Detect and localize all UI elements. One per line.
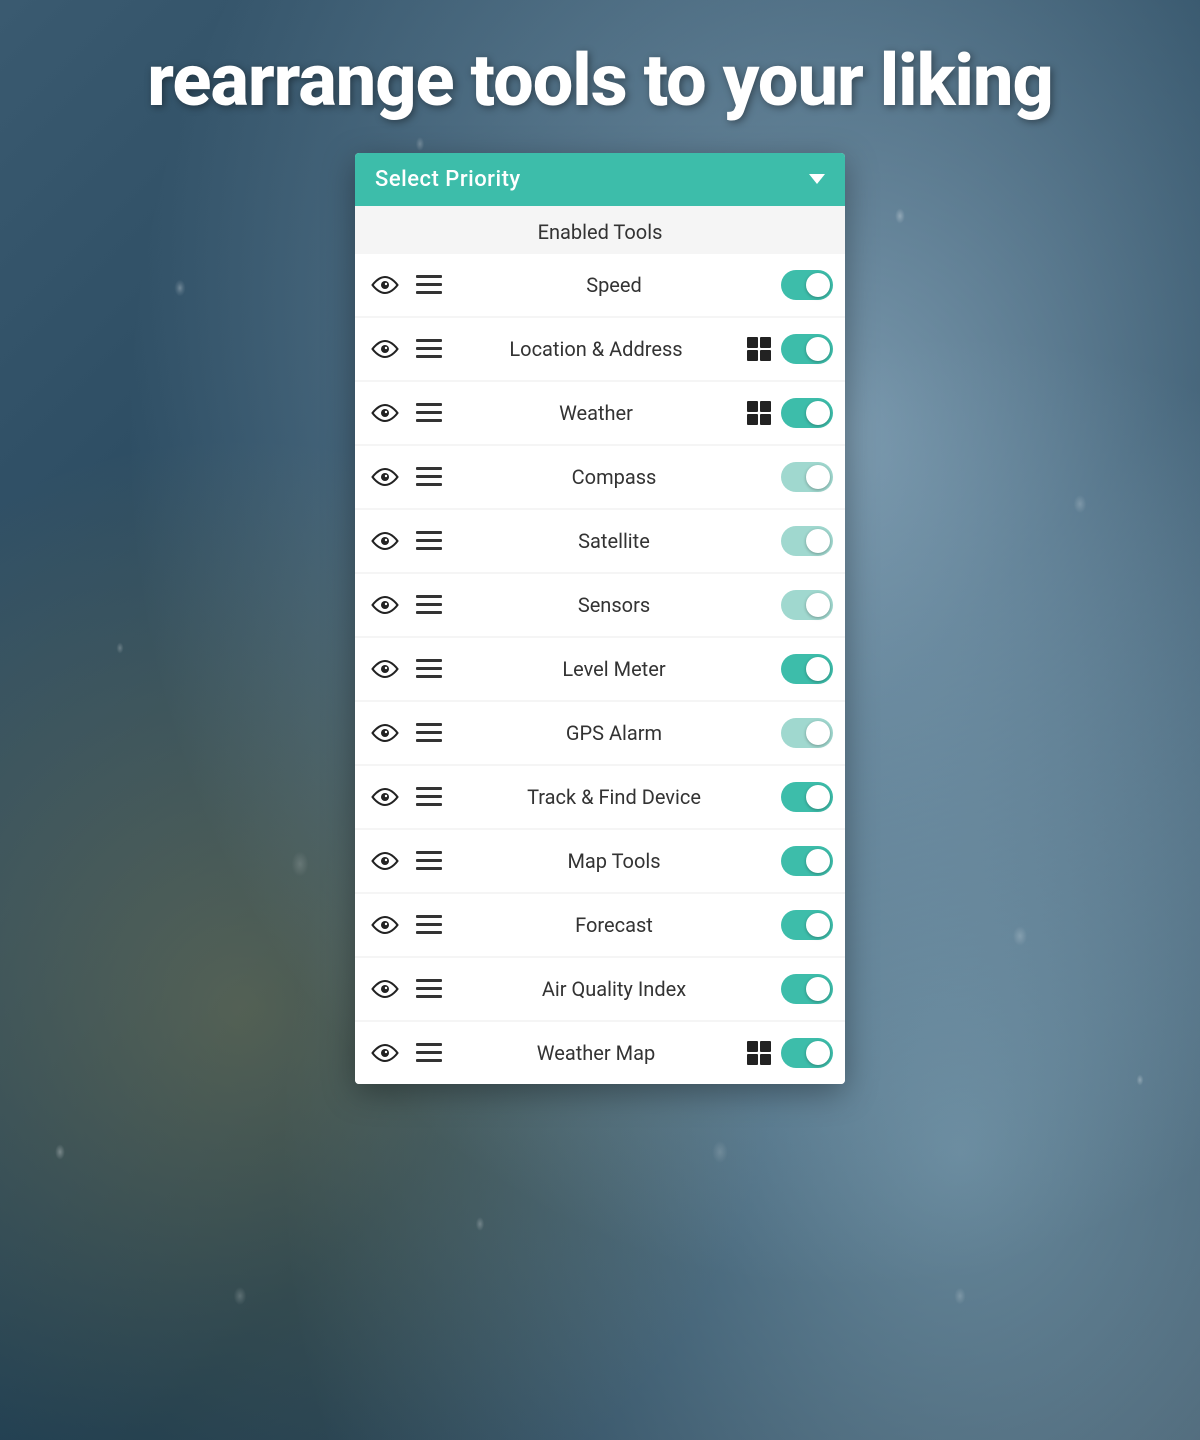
tool-row-compass: Compass (355, 446, 845, 508)
tool-name-compass: Compass (447, 465, 781, 489)
eye-icon-weather[interactable] (367, 395, 403, 431)
toggle-satellite[interactable] (781, 526, 833, 556)
page-headline: rearrange tools to your liking (107, 40, 1093, 123)
eye-icon-track-find-device[interactable] (367, 779, 403, 815)
tool-name-satellite: Satellite (447, 529, 781, 553)
eye-icon-gps-alarm[interactable] (367, 715, 403, 751)
toggle-gps-alarm[interactable] (781, 718, 833, 748)
tool-name-weather-map: Weather Map (447, 1041, 745, 1065)
toggle-knob-map-tools (806, 849, 830, 873)
drag-handle-location-address[interactable] (411, 331, 447, 367)
tool-name-gps-alarm: GPS Alarm (447, 721, 781, 745)
widget-icon-weather-map (745, 1039, 773, 1067)
card-header[interactable]: Select Priority (355, 153, 845, 206)
tool-row-track-find-device: Track & Find Device (355, 766, 845, 828)
eye-icon-weather-map[interactable] (367, 1035, 403, 1071)
drag-handle-gps-alarm[interactable] (411, 715, 447, 751)
toggle-knob-satellite (806, 529, 830, 553)
toggle-compass[interactable] (781, 462, 833, 492)
toggle-weather[interactable] (781, 398, 833, 428)
eye-icon-compass[interactable] (367, 459, 403, 495)
eye-icon-sensors[interactable] (367, 587, 403, 623)
tool-row-location-address: Location & Address (355, 318, 845, 380)
toggle-knob-gps-alarm (806, 721, 830, 745)
widget-icon-location-address (745, 335, 773, 363)
widget-icon-weather (745, 399, 773, 427)
drag-handle-compass[interactable] (411, 459, 447, 495)
tool-row-weather-map: Weather Map (355, 1022, 845, 1084)
tool-name-speed: Speed (447, 273, 781, 297)
toggle-knob-air-quality-index (806, 977, 830, 1001)
section-label: Enabled Tools (355, 206, 845, 254)
tool-row-sensors: Sensors (355, 574, 845, 636)
toggle-knob-weather-map (806, 1041, 830, 1065)
tool-name-forecast: Forecast (447, 913, 781, 937)
drag-handle-weather-map[interactable] (411, 1035, 447, 1071)
toggle-knob-sensors (806, 593, 830, 617)
tool-name-sensors: Sensors (447, 593, 781, 617)
toggle-knob-track-find-device (806, 785, 830, 809)
drag-handle-sensors[interactable] (411, 587, 447, 623)
drag-handle-satellite[interactable] (411, 523, 447, 559)
drag-handle-level-meter[interactable] (411, 651, 447, 687)
tool-name-weather: Weather (447, 401, 745, 425)
drag-handle-track-find-device[interactable] (411, 779, 447, 815)
drag-handle-weather[interactable] (411, 395, 447, 431)
tool-row-map-tools: Map Tools (355, 830, 845, 892)
eye-icon-map-tools[interactable] (367, 843, 403, 879)
eye-icon-air-quality-index[interactable] (367, 971, 403, 1007)
tool-row-level-meter: Level Meter (355, 638, 845, 700)
toggle-track-find-device[interactable] (781, 782, 833, 812)
eye-icon-level-meter[interactable] (367, 651, 403, 687)
toggle-knob-location-address (806, 337, 830, 361)
header-title: Select Priority (375, 167, 521, 192)
toggle-speed[interactable] (781, 270, 833, 300)
tool-row-air-quality-index: Air Quality Index (355, 958, 845, 1020)
toggle-level-meter[interactable] (781, 654, 833, 684)
tool-row-speed: Speed (355, 254, 845, 316)
toggle-knob-compass (806, 465, 830, 489)
main-content: rearrange tools to your liking Select Pr… (0, 0, 1200, 1440)
eye-icon-location-address[interactable] (367, 331, 403, 367)
toggle-forecast[interactable] (781, 910, 833, 940)
eye-icon-satellite[interactable] (367, 523, 403, 559)
tool-name-location-address: Location & Address (447, 337, 745, 361)
chevron-down-icon[interactable] (809, 174, 825, 184)
toggle-knob-weather (806, 401, 830, 425)
tool-row-weather: Weather (355, 382, 845, 444)
toggle-location-address[interactable] (781, 334, 833, 364)
tool-name-level-meter: Level Meter (447, 657, 781, 681)
tool-row-satellite: Satellite (355, 510, 845, 572)
tool-row-forecast: Forecast (355, 894, 845, 956)
tool-name-track-find-device: Track & Find Device (447, 785, 781, 809)
tool-row-gps-alarm: GPS Alarm (355, 702, 845, 764)
tools-card: Select Priority Enabled Tools Speed Loca… (355, 153, 845, 1084)
tools-list: Speed Location & Address Weather Compass… (355, 254, 845, 1084)
toggle-weather-map[interactable] (781, 1038, 833, 1068)
drag-handle-air-quality-index[interactable] (411, 971, 447, 1007)
toggle-knob-speed (806, 273, 830, 297)
toggle-map-tools[interactable] (781, 846, 833, 876)
toggle-air-quality-index[interactable] (781, 974, 833, 1004)
tool-name-air-quality-index: Air Quality Index (447, 977, 781, 1001)
drag-handle-speed[interactable] (411, 267, 447, 303)
toggle-knob-forecast (806, 913, 830, 937)
eye-icon-speed[interactable] (367, 267, 403, 303)
drag-handle-map-tools[interactable] (411, 843, 447, 879)
toggle-knob-level-meter (806, 657, 830, 681)
drag-handle-forecast[interactable] (411, 907, 447, 943)
tool-name-map-tools: Map Tools (447, 849, 781, 873)
eye-icon-forecast[interactable] (367, 907, 403, 943)
toggle-sensors[interactable] (781, 590, 833, 620)
